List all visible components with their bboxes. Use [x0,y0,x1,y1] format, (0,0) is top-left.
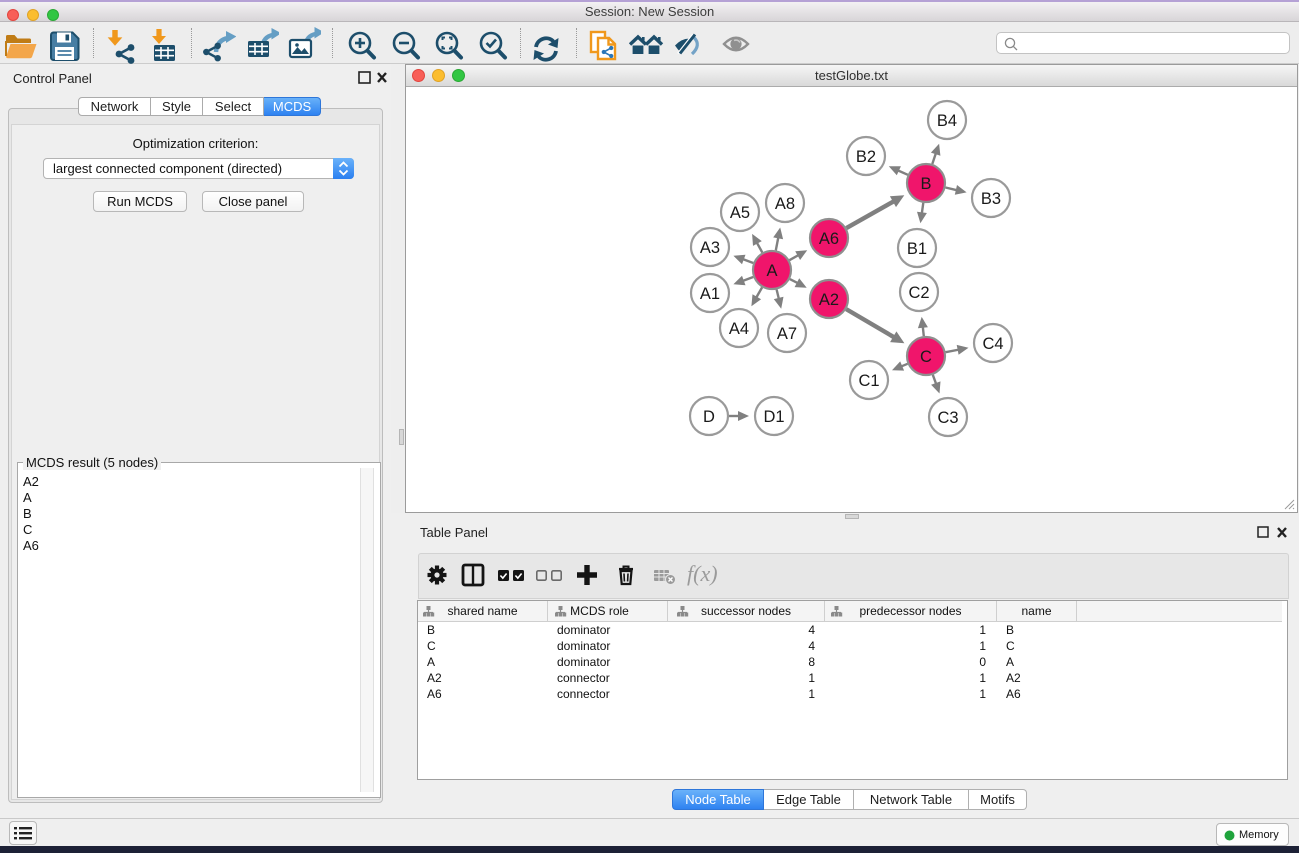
svg-text:B3: B3 [981,190,1001,208]
svg-text:A: A [766,262,777,280]
svg-text:A5: A5 [730,204,750,222]
svg-text:B: B [920,175,931,193]
svg-text:C4: C4 [982,335,1003,353]
svg-text:C: C [920,348,932,366]
svg-text:C1: C1 [858,372,879,390]
svg-text:B2: B2 [856,148,876,166]
svg-text:B1: B1 [907,240,927,258]
svg-text:A2: A2 [819,291,839,309]
svg-text:A3: A3 [700,239,720,257]
svg-text:D: D [703,408,715,426]
svg-text:A4: A4 [729,320,749,338]
svg-text:A7: A7 [777,325,797,343]
svg-text:A1: A1 [700,285,720,303]
svg-text:A8: A8 [775,195,795,213]
svg-text:A6: A6 [819,230,839,248]
svg-text:C2: C2 [908,284,929,302]
svg-text:D1: D1 [763,408,784,426]
svg-text:C3: C3 [937,409,958,427]
svg-text:B4: B4 [937,112,957,130]
